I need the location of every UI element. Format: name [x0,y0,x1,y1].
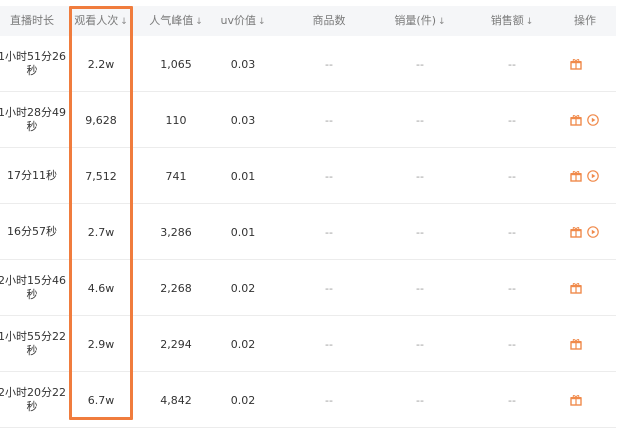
cell-uv: 0.01 [230,225,256,239]
cell-duration: 17分11秒 [7,169,57,182]
cell-views: 9,628 [85,113,117,127]
cell-sales: -- [416,337,424,351]
header-views[interactable]: 观看人次 ↓ [69,6,133,36]
gift-icon[interactable] [570,114,582,126]
cell-items: -- [325,393,333,407]
cell-ops [557,92,613,148]
cell-sales: -- [416,113,424,127]
header-items: 商品数 [285,6,373,36]
play-circle-icon[interactable] [587,170,599,182]
cell-views: 2.2w [87,57,115,71]
header-duration: 直播时长 [0,6,64,36]
cell-duration: 16分57秒 [7,225,57,238]
cell-uv: 0.02 [230,393,256,407]
header-label: 直播时长 [10,14,54,27]
table-row: 16分57秒 2.7w 3,286 0.01 -- -- -- [0,204,616,260]
cell-uv: 0.03 [230,57,256,71]
cell-duration: 1小时55分22 秒 [0,330,66,357]
sort-arrow-icon[interactable]: ↓ [526,17,534,27]
cell-revenue: -- [508,393,516,407]
cell-duration: 2小时20分22 秒 [0,386,66,413]
play-circle-icon[interactable] [587,226,599,238]
cell-ops [557,316,613,372]
cell-sales: -- [416,57,424,71]
cell-peak: 741 [165,169,187,183]
cell-sales: -- [416,393,424,407]
header-peak[interactable]: 人气峰值 ↓ [140,6,212,36]
gift-icon[interactable] [570,282,582,294]
cell-sales: -- [416,281,424,295]
cell-duration: 1小时28分49 秒 [0,106,66,133]
table-row: 1小时28分49 秒 9,628 110 0.03 -- -- -- [0,92,616,148]
table-row: 1小时55分22 秒 2.9w 2,294 0.02 -- -- -- [0,316,616,372]
cell-items: -- [325,57,333,71]
header-label: 观看人次 [74,14,119,27]
header-ops: 操作 [557,6,613,36]
gift-icon[interactable] [570,394,582,406]
gift-icon[interactable] [570,170,582,182]
play-circle-icon[interactable] [587,114,599,126]
cell-duration: 2小时15分46 秒 [0,274,66,301]
cell-views: 2.9w [87,337,115,351]
table-row: 17分11秒 7,512 741 0.01 -- -- -- [0,148,616,204]
cell-views: 4.6w [87,281,115,295]
cell-uv: 0.03 [230,113,256,127]
cell-items: -- [325,337,333,351]
cell-revenue: -- [508,57,516,71]
cell-uv: 0.01 [230,169,256,183]
cell-ops [557,148,613,204]
cell-revenue: -- [508,281,516,295]
table-row: 1小时51分26 秒 2.2w 1,065 0.03 -- -- -- [0,36,616,92]
cell-sales: -- [416,225,424,239]
cell-ops [557,372,613,428]
header-label: 操作 [574,14,596,27]
header-label: 销售额 [490,14,524,27]
cell-peak: 1,065 [160,57,192,71]
sort-arrow-icon[interactable]: ↓ [438,17,446,27]
header-revenue[interactable]: 销售额 ↓ [467,6,557,36]
cell-revenue: -- [508,337,516,351]
cell-views: 7,512 [85,169,117,183]
cell-ops [557,204,613,260]
cell-revenue: -- [508,113,516,127]
cell-uv: 0.02 [230,337,256,351]
cell-uv: 0.02 [230,281,256,295]
cell-sales: -- [416,169,424,183]
cell-ops [557,260,613,316]
cell-peak: 3,286 [160,225,192,239]
cell-duration: 1小时51分26 秒 [0,50,66,77]
sort-arrow-icon[interactable]: ↓ [258,17,266,27]
header-sales[interactable]: 销量(件) ↓ [373,6,467,36]
cell-items: -- [325,169,333,183]
table-row: 2小时20分22 秒 6.7w 4,842 0.02 -- -- -- [0,372,616,428]
cell-ops [557,36,613,92]
cell-peak: 2,268 [160,281,192,295]
gift-icon[interactable] [570,338,582,350]
gift-icon[interactable] [570,226,582,238]
cell-peak: 110 [165,113,187,127]
cell-items: -- [325,281,333,295]
header-label: uv价值 [220,14,256,27]
gift-icon[interactable] [570,58,582,70]
cell-views: 2.7w [87,225,115,239]
cell-items: -- [325,113,333,127]
cell-peak: 4,842 [160,393,192,407]
header-label: 销量(件) [394,14,437,27]
table-header: 直播时长 观看人次 ↓ 人气峰值 ↓ uv价值 ↓ 商品数 销量(件) ↓ 销售额 ↓ 操作 [0,6,616,36]
cell-items: -- [325,225,333,239]
header-label: 人气峰值 [149,14,194,27]
cell-peak: 2,294 [160,337,192,351]
header-uv[interactable]: uv价值 ↓ [212,6,274,36]
cell-revenue: -- [508,225,516,239]
sort-arrow-icon[interactable]: ↓ [120,17,128,27]
header-label: 商品数 [312,14,346,27]
sort-arrow-icon[interactable]: ↓ [195,17,203,27]
cell-views: 6.7w [87,393,115,407]
cell-revenue: -- [508,169,516,183]
table-row: 2小时15分46 秒 4.6w 2,268 0.02 -- -- -- [0,260,616,316]
